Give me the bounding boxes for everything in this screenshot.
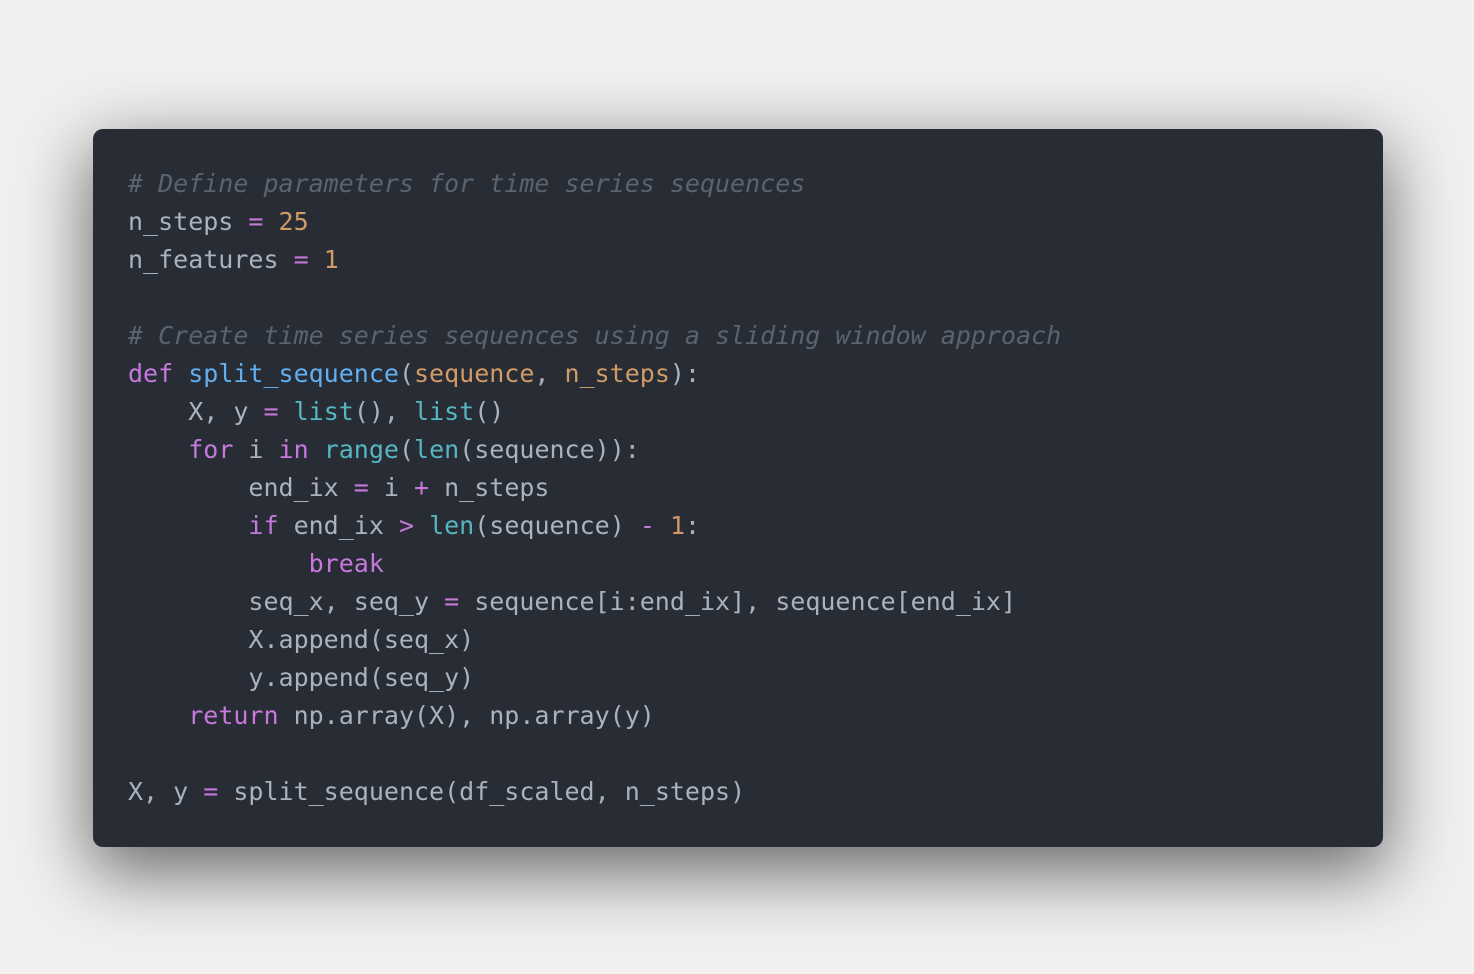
code-token-builtin: list: [414, 397, 475, 426]
code-token-text: (: [398, 435, 415, 464]
code-line: n_steps = 25: [128, 203, 1383, 241]
code-token-number: 1: [669, 511, 685, 540]
code-line: y.append(seq_y): [128, 659, 1383, 697]
code-token-operator: +: [414, 473, 430, 502]
code-token-text: (),: [353, 397, 415, 426]
code-line: def split_sequence(sequence, n_steps):: [128, 355, 1383, 393]
code-snippet-window: # Define parameters for time series sequ…: [93, 129, 1383, 847]
code-token-keyword: if: [248, 511, 279, 540]
code-token-operator: =: [203, 777, 219, 806]
code-token-text: end_ix: [128, 473, 354, 502]
code-token-text: n_steps: [429, 473, 550, 502]
code-token-operator: =: [444, 587, 460, 616]
code-token-comment: # Define parameters for time series sequ…: [128, 169, 806, 198]
code-token-number: 1: [323, 245, 339, 274]
code-token-param: sequence: [414, 359, 535, 388]
code-token-function: split_sequence: [188, 359, 399, 388]
code-token-builtin: range: [323, 435, 399, 464]
code-token-builtin: list: [293, 397, 354, 426]
code-block: # Define parameters for time series sequ…: [128, 165, 1383, 811]
code-token-number: 25: [278, 207, 309, 236]
code-token-text: n_features: [128, 245, 294, 274]
code-token-text: y.append(seq_y): [128, 663, 475, 692]
code-line: seq_x, seq_y = sequence[i:end_ix], seque…: [128, 583, 1383, 621]
code-line: X, y = list(), list(): [128, 393, 1383, 431]
code-token-text: (: [398, 359, 414, 388]
code-token-keyword: for: [188, 435, 234, 464]
code-token-operator: =: [353, 473, 369, 502]
code-token-keyword: return: [188, 701, 279, 730]
code-token-text: np.array(X), np.array(y): [278, 701, 655, 730]
code-token-operator: =: [293, 245, 309, 274]
code-token-text: ):: [669, 359, 700, 388]
code-line: X.append(seq_x): [128, 621, 1383, 659]
code-line: for i in range(len(sequence)):: [128, 431, 1383, 469]
code-token-operator: =: [263, 397, 279, 426]
code-line: if end_ix > len(sequence) - 1:: [128, 507, 1383, 545]
code-line: break: [128, 545, 1383, 583]
code-token-builtin: len: [414, 435, 460, 464]
code-token-text: X, y: [128, 397, 264, 426]
code-token-text: ,: [534, 359, 565, 388]
code-token-text: i: [233, 435, 279, 464]
code-token-text: n_steps: [128, 207, 249, 236]
code-token-comment: # Create time series sequences using a s…: [128, 321, 1062, 350]
code-token-text: (sequence): [474, 511, 640, 540]
code-token-text: end_ix: [278, 511, 399, 540]
code-token-operator: =: [248, 207, 264, 236]
code-content: # Define parameters for time series sequ…: [128, 165, 1383, 811]
code-line: X, y = split_sequence(df_scaled, n_steps…: [128, 773, 1383, 811]
code-token-builtin: len: [429, 511, 475, 540]
code-token-param: n_steps: [564, 359, 670, 388]
code-line: # Define parameters for time series sequ…: [128, 165, 1383, 203]
code-token-text: (sequence)):: [459, 435, 640, 464]
code-token-operator: >: [398, 511, 415, 540]
code-token-text: i: [368, 473, 414, 502]
code-token-operator: -: [639, 511, 655, 540]
code-token-text: X, y: [128, 777, 204, 806]
code-token-text: seq_x, seq_y: [128, 587, 445, 616]
code-line: n_features = 1: [128, 241, 1383, 279]
code-line: return np.array(X), np.array(y): [128, 697, 1383, 735]
code-token-keyword: break: [308, 549, 384, 578]
code-line: # Create time series sequences using a s…: [128, 317, 1383, 355]
code-token-text: sequence[i:end_ix], sequence[end_ix]: [459, 587, 1017, 616]
code-token-text: split_sequence(df_scaled, n_steps): [218, 777, 746, 806]
code-line: end_ix = i + n_steps: [128, 469, 1383, 507]
code-token-text: (): [474, 397, 505, 426]
code-token-keyword: in: [278, 435, 309, 464]
code-token-text: X.append(seq_x): [128, 625, 475, 654]
code-token-text: :: [685, 511, 701, 540]
code-token-keyword: def: [128, 359, 174, 388]
